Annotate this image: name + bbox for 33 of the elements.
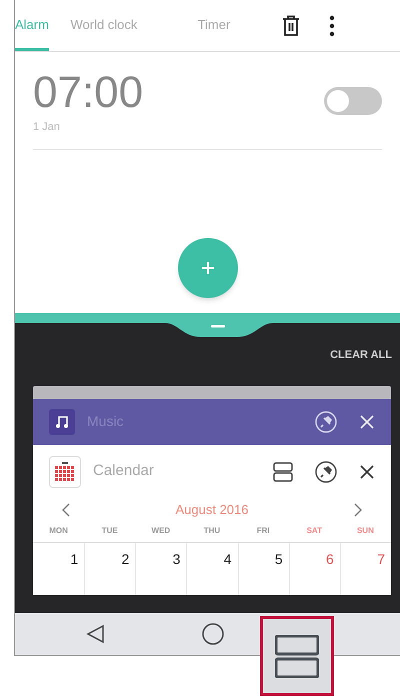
weekday-label: MON xyxy=(48,525,69,537)
day-cell[interactable]: 4 xyxy=(186,542,238,594)
weekday-label: TUE xyxy=(100,525,119,537)
day-cell[interactable]: 2 xyxy=(84,542,136,594)
day-cell[interactable]: 6 xyxy=(288,542,340,594)
app-title: Calendar xyxy=(93,461,155,482)
alarm-toggle[interactable] xyxy=(324,86,382,114)
weekday-label: SUN xyxy=(356,525,375,537)
music-app-icon[interactable] xyxy=(49,408,75,434)
weekday-label: WED xyxy=(150,525,172,537)
previous-month-icon[interactable] xyxy=(61,502,71,516)
split-divider-handle[interactable] xyxy=(15,313,400,339)
day-cell[interactable]: 1 xyxy=(33,542,84,594)
day-cell[interactable]: 3 xyxy=(135,542,186,594)
pin-icon[interactable] xyxy=(315,460,337,482)
delete-icon[interactable] xyxy=(280,15,301,37)
weekday-label: THU xyxy=(202,525,222,537)
more-options-icon[interactable] xyxy=(328,15,335,37)
day-cell[interactable]: 5 xyxy=(238,542,289,594)
split-screen-icon xyxy=(275,634,319,678)
alarm-date: 1 Jan xyxy=(33,120,61,136)
clear-all-button[interactable]: CLEAR ALL xyxy=(330,347,392,364)
day-cell[interactable]: 7 xyxy=(340,542,391,594)
weekday-label: FRI xyxy=(256,525,271,537)
next-month-icon[interactable] xyxy=(352,502,363,516)
close-icon[interactable] xyxy=(359,464,375,480)
alarm-time: 07:00 xyxy=(33,69,144,118)
home-icon xyxy=(202,623,224,645)
weekday-label: SAT xyxy=(306,525,323,537)
back-icon xyxy=(85,624,105,644)
month-title: August 2016 xyxy=(175,500,248,519)
split-screen-icon[interactable] xyxy=(273,462,293,482)
calendar-app-icon[interactable] xyxy=(49,456,81,488)
